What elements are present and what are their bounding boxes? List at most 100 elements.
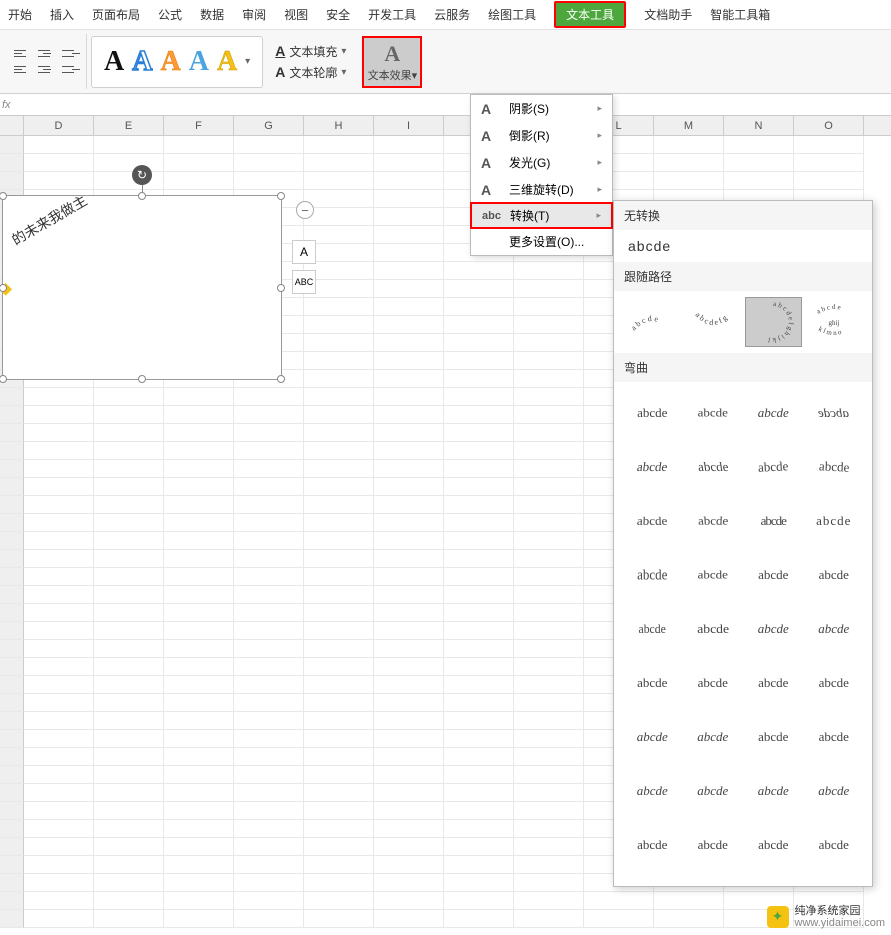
warp-option[interactable]: abcde xyxy=(624,820,681,870)
path-button[interactable]: a b c d eghijk l m n o xyxy=(806,297,863,347)
align-bottom-right[interactable] xyxy=(62,63,80,77)
align-top-left[interactable] xyxy=(14,47,32,61)
col-header[interactable]: E xyxy=(94,116,164,135)
warp-option[interactable]: abcde xyxy=(685,388,742,438)
menu-page-layout[interactable]: 页面布局 xyxy=(92,6,140,23)
warp-option[interactable]: abcde xyxy=(685,550,742,600)
warp-option[interactable]: abcde xyxy=(624,496,681,546)
col-header[interactable]: O xyxy=(794,116,864,135)
warp-option[interactable]: abcde xyxy=(806,658,863,708)
text-fill-button[interactable]: A 文本填充 ▾ xyxy=(275,43,346,60)
warp-option[interactable]: abcde xyxy=(685,766,742,816)
warp-option[interactable]: abcde xyxy=(685,820,742,870)
menu-dev-tools[interactable]: 开发工具 xyxy=(368,6,416,23)
path-arch-up[interactable]: a b c d e xyxy=(624,297,681,347)
wordart-more-icon[interactable]: ▾ xyxy=(245,56,250,67)
resize-handle-br[interactable] xyxy=(277,375,285,383)
align-top-center[interactable] xyxy=(38,47,56,61)
align-top-right[interactable] xyxy=(62,47,80,61)
menu-review[interactable]: 审阅 xyxy=(242,6,266,23)
side-tool-abc[interactable]: ABC xyxy=(292,270,316,294)
warp-option[interactable]: abcde xyxy=(745,388,802,438)
warp-option[interactable]: abcde xyxy=(685,442,742,492)
col-header[interactable]: H xyxy=(304,116,374,135)
warp-option[interactable]: abcde xyxy=(624,604,681,654)
warp-option[interactable]: abcde xyxy=(685,712,742,762)
warp-option[interactable]: abcde xyxy=(745,550,802,600)
warp-option[interactable]: abcde xyxy=(624,550,681,600)
col-header[interactable]: F xyxy=(164,116,234,135)
warp-option[interactable]: abcde xyxy=(806,496,863,546)
col-header[interactable]: G xyxy=(234,116,304,135)
warp-option[interactable]: abcde xyxy=(745,442,802,492)
warp-option[interactable]: abcde xyxy=(806,712,863,762)
resize-handle-tr[interactable] xyxy=(277,192,285,200)
effect-shadow[interactable]: A 阴影(S) ▸ xyxy=(471,95,612,122)
warp-option[interactable]: abcde xyxy=(745,658,802,708)
align-bottom-left[interactable] xyxy=(14,63,32,77)
warp-option[interactable]: abcde xyxy=(624,388,681,438)
col-header[interactable]: M xyxy=(654,116,724,135)
path-circle[interactable]: a b c d e f g h i j k l xyxy=(745,297,802,347)
warp-option[interactable]: abcde xyxy=(745,820,802,870)
warp-option[interactable]: abcde xyxy=(745,496,802,546)
warp-option[interactable]: abcde xyxy=(685,658,742,708)
menu-start[interactable]: 开始 xyxy=(8,6,32,23)
effect-reflection[interactable]: A 倒影(R) ▸ xyxy=(471,122,612,149)
menu-smart-toolbox[interactable]: 智能工具箱 xyxy=(710,6,770,23)
menu-formula[interactable]: 公式 xyxy=(158,6,182,23)
wordart-style-2[interactable]: A xyxy=(132,46,152,78)
align-bottom-center[interactable] xyxy=(38,63,56,77)
warp-option[interactable]: abcde xyxy=(806,388,863,438)
resize-handle-l[interactable] xyxy=(0,284,7,292)
warp-option[interactable]: abcde xyxy=(624,658,681,708)
menu-drawing-tools[interactable]: 绘图工具 xyxy=(488,6,536,23)
warp-option[interactable]: abcde xyxy=(624,766,681,816)
menu-security[interactable]: 安全 xyxy=(326,6,350,23)
effect-glow[interactable]: A 发光(G) ▸ xyxy=(471,149,612,176)
rotate-handle[interactable]: ↻ xyxy=(132,165,152,185)
col-header[interactable]: D xyxy=(24,116,94,135)
warp-option[interactable]: abcde xyxy=(806,766,863,816)
effect-transform[interactable]: abc 转换(T) ▸ xyxy=(470,202,613,229)
wordart-style-5[interactable]: A xyxy=(217,46,237,78)
textbox-container[interactable]: ↻ 的未来我做主 xyxy=(2,195,282,380)
resize-handle-t[interactable] xyxy=(138,192,146,200)
warp-option[interactable]: abcde xyxy=(624,442,681,492)
col-header[interactable]: I xyxy=(374,116,444,135)
warp-option[interactable]: abcde xyxy=(745,712,802,762)
menu-cloud[interactable]: 云服务 xyxy=(434,6,470,23)
warp-option[interactable]: abcde xyxy=(685,604,742,654)
warp-option[interactable]: abcde xyxy=(624,712,681,762)
menu-doc-assistant[interactable]: 文档助手 xyxy=(644,6,692,23)
warp-option[interactable]: abcde xyxy=(685,496,742,546)
warp-option[interactable]: abcde xyxy=(745,604,802,654)
resize-handle-r[interactable] xyxy=(277,284,285,292)
textbox[interactable]: 的未来我做主 xyxy=(2,195,282,380)
menu-data[interactable]: 数据 xyxy=(200,6,224,23)
col-header[interactable]: N xyxy=(724,116,794,135)
menu-text-tools[interactable]: 文本工具 xyxy=(554,1,626,28)
warp-option[interactable]: abcde xyxy=(806,820,863,870)
resize-handle-tl[interactable] xyxy=(0,192,7,200)
no-transform-option[interactable]: abcde xyxy=(614,230,872,262)
warp-option[interactable]: abcde xyxy=(745,766,802,816)
side-tool-a[interactable]: A xyxy=(292,240,316,264)
wordart-style-1[interactable]: A xyxy=(104,46,124,78)
wordart-style-4[interactable]: A xyxy=(189,46,209,78)
text-outline-button[interactable]: A 文本轮廓 ▾ xyxy=(275,64,346,81)
wordart-gallery[interactable]: A A A A A ▾ xyxy=(91,36,263,88)
effect-3d-rotation[interactable]: A 三维旋转(D) ▸ xyxy=(471,176,612,203)
menu-insert[interactable]: 插入 xyxy=(50,6,74,23)
effect-more-settings[interactable]: 更多设置(O)... xyxy=(471,228,612,255)
zoom-out-button[interactable]: − xyxy=(296,201,314,219)
text-effect-button[interactable]: A 文本效果▾ xyxy=(362,36,422,88)
wordart-style-3[interactable]: A xyxy=(160,46,180,78)
corner-cell[interactable] xyxy=(0,116,24,135)
warp-option[interactable]: abcde xyxy=(806,604,863,654)
warp-option[interactable]: abcde xyxy=(806,442,863,492)
warp-option[interactable]: abcde xyxy=(806,550,863,600)
path-arch-down[interactable]: a b c d e f g xyxy=(685,297,742,347)
resize-handle-b[interactable] xyxy=(138,375,146,383)
menu-view[interactable]: 视图 xyxy=(284,6,308,23)
